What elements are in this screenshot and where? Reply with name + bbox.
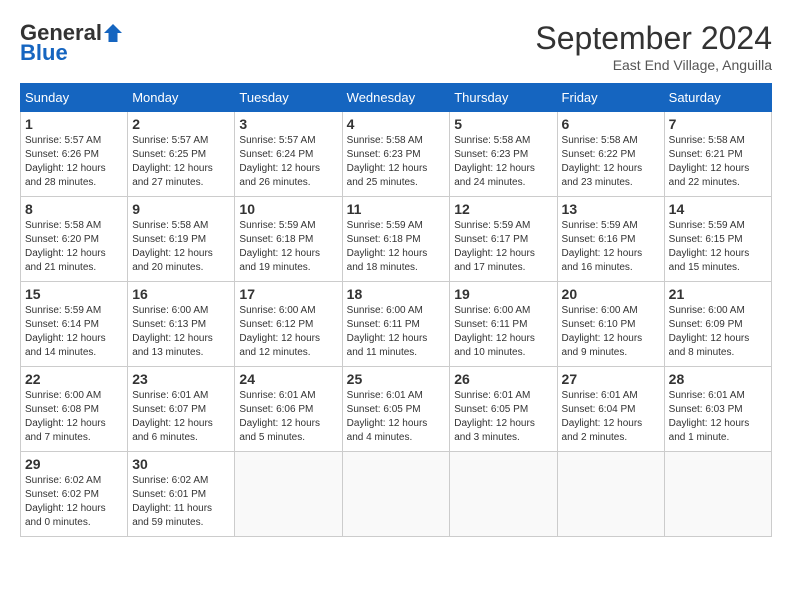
table-row: 20Sunrise: 6:00 AM Sunset: 6:10 PM Dayli… bbox=[557, 282, 664, 367]
table-row bbox=[235, 452, 342, 537]
header-thursday: Thursday bbox=[450, 84, 557, 112]
table-row: 21Sunrise: 6:00 AM Sunset: 6:09 PM Dayli… bbox=[664, 282, 771, 367]
table-row: 6Sunrise: 5:58 AM Sunset: 6:22 PM Daylig… bbox=[557, 112, 664, 197]
table-row: 2Sunrise: 5:57 AM Sunset: 6:25 PM Daylig… bbox=[128, 112, 235, 197]
table-row: 23Sunrise: 6:01 AM Sunset: 6:07 PM Dayli… bbox=[128, 367, 235, 452]
table-row: 12Sunrise: 5:59 AM Sunset: 6:17 PM Dayli… bbox=[450, 197, 557, 282]
table-row: 27Sunrise: 6:01 AM Sunset: 6:04 PM Dayli… bbox=[557, 367, 664, 452]
header-wednesday: Wednesday bbox=[342, 84, 450, 112]
table-row: 3Sunrise: 5:57 AM Sunset: 6:24 PM Daylig… bbox=[235, 112, 342, 197]
table-row: 15Sunrise: 5:59 AM Sunset: 6:14 PM Dayli… bbox=[21, 282, 128, 367]
table-row: 10Sunrise: 5:59 AM Sunset: 6:18 PM Dayli… bbox=[235, 197, 342, 282]
table-row: 19Sunrise: 6:00 AM Sunset: 6:11 PM Dayli… bbox=[450, 282, 557, 367]
calendar-table: SundayMondayTuesdayWednesdayThursdayFrid… bbox=[20, 83, 772, 537]
logo-blue-text: Blue bbox=[20, 40, 68, 66]
header-monday: Monday bbox=[128, 84, 235, 112]
week-row-5: 29Sunrise: 6:02 AM Sunset: 6:02 PM Dayli… bbox=[21, 452, 772, 537]
table-row: 14Sunrise: 5:59 AM Sunset: 6:15 PM Dayli… bbox=[664, 197, 771, 282]
table-row: 26Sunrise: 6:01 AM Sunset: 6:05 PM Dayli… bbox=[450, 367, 557, 452]
table-row: 17Sunrise: 6:00 AM Sunset: 6:12 PM Dayli… bbox=[235, 282, 342, 367]
logo: General Blue bbox=[20, 20, 122, 66]
table-row: 25Sunrise: 6:01 AM Sunset: 6:05 PM Dayli… bbox=[342, 367, 450, 452]
table-row bbox=[342, 452, 450, 537]
table-row: 5Sunrise: 5:58 AM Sunset: 6:23 PM Daylig… bbox=[450, 112, 557, 197]
table-row: 1Sunrise: 5:57 AM Sunset: 6:26 PM Daylig… bbox=[21, 112, 128, 197]
location-subtitle: East End Village, Anguilla bbox=[535, 57, 772, 73]
table-row: 13Sunrise: 5:59 AM Sunset: 6:16 PM Dayli… bbox=[557, 197, 664, 282]
table-row: 22Sunrise: 6:00 AM Sunset: 6:08 PM Dayli… bbox=[21, 367, 128, 452]
table-row: 8Sunrise: 5:58 AM Sunset: 6:20 PM Daylig… bbox=[21, 197, 128, 282]
table-row: 9Sunrise: 5:58 AM Sunset: 6:19 PM Daylig… bbox=[128, 197, 235, 282]
table-row: 30Sunrise: 6:02 AM Sunset: 6:01 PM Dayli… bbox=[128, 452, 235, 537]
month-title: September 2024 bbox=[535, 20, 772, 57]
table-row bbox=[557, 452, 664, 537]
table-row bbox=[450, 452, 557, 537]
table-row bbox=[664, 452, 771, 537]
table-row: 24Sunrise: 6:01 AM Sunset: 6:06 PM Dayli… bbox=[235, 367, 342, 452]
header-tuesday: Tuesday bbox=[235, 84, 342, 112]
header-row: SundayMondayTuesdayWednesdayThursdayFrid… bbox=[21, 84, 772, 112]
table-row: 28Sunrise: 6:01 AM Sunset: 6:03 PM Dayli… bbox=[664, 367, 771, 452]
table-row: 16Sunrise: 6:00 AM Sunset: 6:13 PM Dayli… bbox=[128, 282, 235, 367]
table-row: 11Sunrise: 5:59 AM Sunset: 6:18 PM Dayli… bbox=[342, 197, 450, 282]
header-saturday: Saturday bbox=[664, 84, 771, 112]
week-row-4: 22Sunrise: 6:00 AM Sunset: 6:08 PM Dayli… bbox=[21, 367, 772, 452]
page-header: General Blue September 2024 East End Vil… bbox=[20, 20, 772, 73]
header-sunday: Sunday bbox=[21, 84, 128, 112]
table-row: 29Sunrise: 6:02 AM Sunset: 6:02 PM Dayli… bbox=[21, 452, 128, 537]
table-row: 18Sunrise: 6:00 AM Sunset: 6:11 PM Dayli… bbox=[342, 282, 450, 367]
week-row-3: 15Sunrise: 5:59 AM Sunset: 6:14 PM Dayli… bbox=[21, 282, 772, 367]
week-row-2: 8Sunrise: 5:58 AM Sunset: 6:20 PM Daylig… bbox=[21, 197, 772, 282]
header-friday: Friday bbox=[557, 84, 664, 112]
table-row: 4Sunrise: 5:58 AM Sunset: 6:23 PM Daylig… bbox=[342, 112, 450, 197]
week-row-1: 1Sunrise: 5:57 AM Sunset: 6:26 PM Daylig… bbox=[21, 112, 772, 197]
title-section: September 2024 East End Village, Anguill… bbox=[535, 20, 772, 73]
table-row: 7Sunrise: 5:58 AM Sunset: 6:21 PM Daylig… bbox=[664, 112, 771, 197]
logo-icon bbox=[104, 24, 122, 42]
